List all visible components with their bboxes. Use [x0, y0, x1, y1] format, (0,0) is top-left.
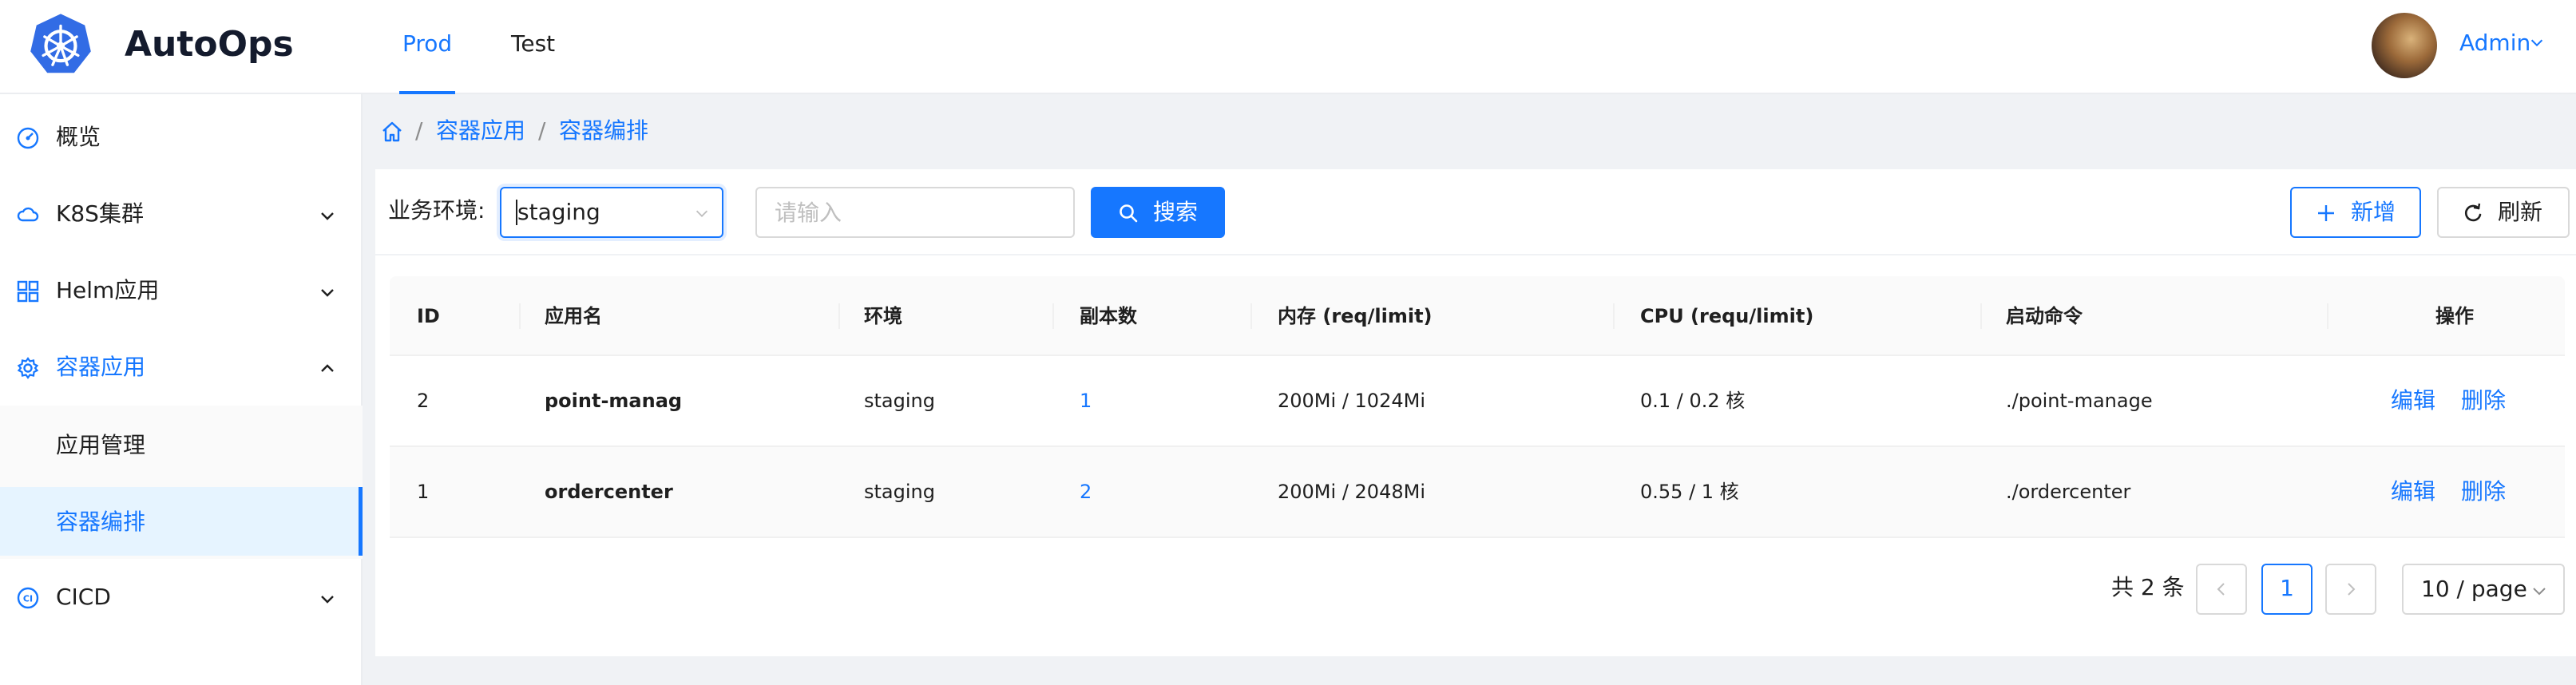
env-select-value: staging — [516, 196, 600, 228]
dashboard-icon — [17, 127, 39, 149]
chevron-down-icon — [321, 289, 334, 297]
home-icon[interactable] — [380, 120, 404, 144]
chevron-down-icon — [321, 596, 334, 604]
cell-id: 2 — [417, 390, 430, 412]
sidebar: 概览 K8S集群 Helm应用 容器应用 应用管理 容器编排 CI CICD — [0, 94, 363, 685]
search-bar: 业务环境: staging 搜索 新增 刷新 — [375, 169, 2576, 254]
sidebar-item-label: 概览 — [56, 124, 101, 150]
ci-icon: CI — [17, 587, 39, 609]
cell-memory: 200Mi / 1024Mi — [1278, 390, 1425, 412]
sidebar-item-label: K8S集群 — [56, 200, 144, 227]
edit-button[interactable]: 编辑 — [2391, 447, 2435, 537]
refresh-button-label: 刷新 — [2498, 199, 2543, 225]
sidebar-item-label: Helm应用 — [56, 277, 160, 303]
keyword-input[interactable] — [755, 187, 1075, 238]
chevron-down-icon[interactable] — [2528, 34, 2546, 51]
column-divider — [1613, 303, 1615, 329]
refresh-button[interactable]: 刷新 — [2437, 187, 2570, 238]
user-name[interactable]: Admin — [2459, 26, 2530, 61]
sidebar-subitem-label: 应用管理 — [56, 432, 146, 458]
column-header-id: ID — [417, 305, 440, 327]
page-number[interactable]: 1 — [2261, 564, 2312, 615]
cell-memory: 200Mi / 2048Mi — [1278, 481, 1425, 503]
sidebar-subitem-app-management[interactable]: 应用管理 — [0, 410, 363, 479]
column-header-actions: 操作 — [2435, 305, 2474, 327]
sidebar-subitem-container-orchestration[interactable]: 容器编排 — [0, 487, 363, 556]
column-header-app-name: 应用名 — [545, 305, 602, 327]
column-header-env: 环境 — [864, 305, 902, 327]
chevron-down-icon — [321, 212, 334, 220]
cell-cpu: 0.1 / 0.2 核 — [1640, 390, 1746, 412]
submenu-container-app: 应用管理 容器编排 — [0, 406, 363, 559]
column-divider — [1052, 303, 1054, 329]
column-divider — [1980, 303, 1982, 329]
chevron-right-icon — [2348, 583, 2356, 596]
plus-icon — [2318, 205, 2334, 221]
svg-text:CI: CI — [23, 594, 33, 604]
cell-env: staging — [864, 481, 935, 503]
add-button-label: 新增 — [2351, 199, 2396, 225]
edit-button[interactable]: 编辑 — [2391, 356, 2435, 445]
delete-button[interactable]: 删除 — [2461, 356, 2506, 445]
cell-env: staging — [864, 390, 935, 412]
column-header-replicas: 副本数 — [1080, 305, 1137, 327]
appstore-icon — [17, 280, 39, 303]
sidebar-item-k8s-cluster[interactable]: K8S集群 — [0, 176, 363, 252]
column-header-command: 启动命令 — [2006, 305, 2083, 327]
env-select[interactable]: staging — [500, 187, 723, 238]
sidebar-subitem-label: 容器编排 — [56, 509, 146, 535]
tab-test[interactable]: Test — [511, 0, 555, 94]
cell-replicas[interactable]: 1 — [1080, 356, 1092, 445]
column-divider — [2327, 303, 2328, 329]
cell-id: 1 — [417, 481, 430, 503]
search-icon — [1120, 204, 1138, 223]
cell-app-name: ordercenter — [545, 481, 673, 503]
cell-cpu: 0.55 / 1 核 — [1640, 481, 1739, 503]
breadcrumb-separator: / — [538, 117, 546, 144]
cell-replicas[interactable]: 2 — [1080, 447, 1092, 537]
cloud-icon — [17, 207, 39, 222]
table-row: 1 ordercenter staging 2 200Mi / 2048Mi 0… — [390, 447, 2565, 538]
cell-command: ./point-manage — [2006, 390, 2153, 412]
gear-icon — [17, 357, 39, 379]
sidebar-item-cicd[interactable]: CI CICD — [0, 559, 363, 636]
chevron-left-icon — [2217, 583, 2225, 596]
env-label: 业务环境: — [388, 197, 485, 224]
page-size-select[interactable]: 10 / page — [2402, 564, 2565, 615]
delete-button[interactable]: 删除 — [2461, 447, 2506, 537]
chevron-up-icon — [321, 364, 334, 372]
refresh-icon — [2464, 203, 2482, 222]
avatar[interactable] — [2372, 13, 2437, 78]
breadcrumb-item-container-app[interactable]: 容器应用 — [436, 112, 525, 150]
chevron-down-icon — [2533, 588, 2546, 596]
pagination-total: 共 2 条 — [2111, 574, 2185, 600]
sidebar-item-container-app[interactable]: 容器应用 — [0, 329, 363, 406]
search-button-label: 搜索 — [1153, 199, 1199, 225]
sidebar-item-overview[interactable]: 概览 — [0, 99, 363, 176]
column-header-memory: 内存 (req/limit) — [1278, 305, 1433, 327]
prev-page-button[interactable] — [2196, 564, 2247, 615]
cell-command: ./ordercenter — [2006, 481, 2131, 503]
search-button[interactable]: 搜索 — [1091, 187, 1225, 238]
table-header: ID 应用名 环境 副本数 内存 (req/limit) CPU (requ/l… — [390, 276, 2565, 356]
tab-prod[interactable]: Prod — [398, 0, 456, 94]
chevron-down-icon — [696, 210, 708, 217]
column-divider — [838, 303, 840, 329]
table-row: 2 point-manag staging 1 200Mi / 1024Mi 0… — [390, 356, 2565, 447]
top-header: AutoOps Prod Test Admin — [0, 0, 2576, 94]
add-button[interactable]: 新增 — [2290, 187, 2421, 238]
breadcrumb-item-container-orchestration[interactable]: 容器编排 — [559, 112, 648, 150]
breadcrumb-separator: / — [415, 117, 423, 144]
column-divider — [1250, 303, 1252, 329]
column-divider — [519, 303, 521, 329]
app-name: AutoOps — [125, 24, 294, 65]
cell-app-name: point-manag — [545, 390, 683, 412]
kubernetes-logo-icon[interactable] — [27, 11, 94, 78]
next-page-button[interactable] — [2325, 564, 2376, 615]
column-header-cpu: CPU (requ/limit) — [1640, 305, 1814, 327]
sidebar-item-label: CICD — [56, 584, 111, 610]
page-size-value: 10 / page — [2421, 576, 2527, 602]
sidebar-item-helm-app[interactable]: Helm应用 — [0, 252, 363, 329]
sidebar-item-label: 容器应用 — [56, 354, 146, 380]
